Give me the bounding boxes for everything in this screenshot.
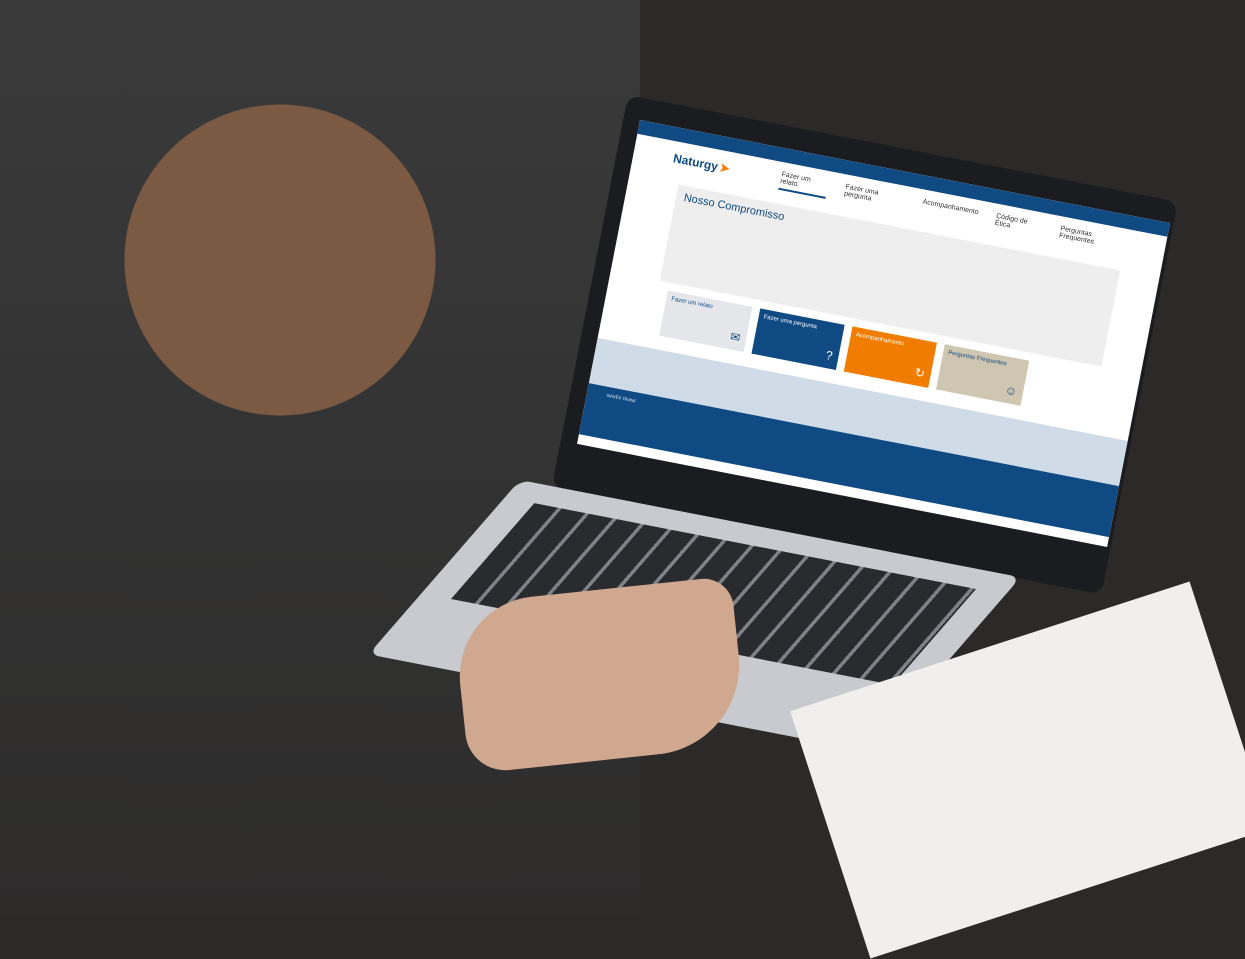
nav-acompanhamento[interactable]: Acompanhamento: [920, 196, 980, 228]
photo-scene: Naturgy ➤ Fazer um relato Fazer uma perg…: [0, 0, 1245, 959]
tile-fazer-pergunta[interactable]: Fazer uma pergunta ?: [751, 308, 845, 370]
mail-icon: ✉: [729, 329, 742, 346]
person: [0, 0, 640, 917]
nav-fazer-pergunta[interactable]: Fazer uma pergunta: [843, 181, 907, 214]
tile-label: Fazer uma pergunta: [763, 314, 818, 331]
tile-label: Perguntas Frequentes: [947, 350, 1008, 368]
nav-fazer-relato[interactable]: Fazer um relato: [778, 168, 830, 199]
footer-company: NAVEX Global: [606, 392, 637, 404]
footer-links: [1091, 488, 1099, 527]
logo-icon: ➤: [718, 160, 732, 176]
logo-text: Naturgy: [672, 151, 720, 174]
logo[interactable]: Naturgy ➤: [672, 151, 731, 176]
question-icon: ?: [824, 347, 834, 363]
refresh-icon: ↻: [913, 365, 927, 381]
tile-fazer-relato[interactable]: Fazer um relato ✉: [659, 290, 753, 353]
nav-codigo-etica[interactable]: Código de Ética: [993, 210, 1044, 241]
tile-acompanhamento[interactable]: Acompanhamento ↻: [843, 326, 937, 388]
tile-label: Acompanhamento: [855, 332, 905, 348]
tile-perguntas-frequentes[interactable]: Perguntas Frequentes ☺: [936, 344, 1030, 406]
tile-label: Fazer um relato: [670, 296, 714, 311]
people-icon: ☺: [1003, 382, 1019, 399]
